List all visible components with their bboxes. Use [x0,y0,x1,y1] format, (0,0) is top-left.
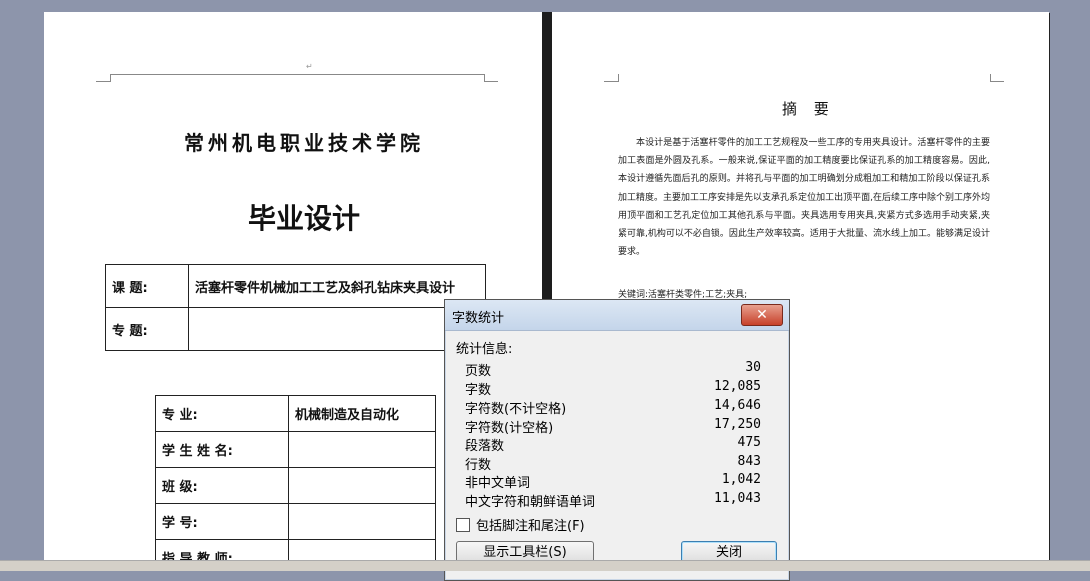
stat-row: 行数 843 [465,454,761,473]
stat-value: 17,250 [714,417,761,432]
table-row: 专 题: [105,307,486,351]
info-value [288,467,436,504]
footnotes-checkbox[interactable] [456,518,470,532]
table-row: 指 导 教 师: [155,539,436,560]
stat-row: 非中文单词 1,042 [465,472,761,491]
topic-value: 活塞杆零件机械加工工艺及斜孔钻床夹具设计 [188,264,486,308]
stat-label: 页数 [465,364,492,379]
stat-label: 段落数 [465,439,505,454]
info-label: 指 导 教 师: [155,539,289,560]
stat-row: 字符数(计空格) 17,250 [465,417,761,436]
table-row: 学 号: [155,503,436,540]
word-count-dialog: 字数统计 ✕ 统计信息: 页数 30 字数 12,085 字符数(不计空格) 1… [444,299,790,581]
stat-value: 12,085 [714,379,761,394]
stat-label: 行数 [465,458,492,473]
table-row: 课 题: 活塞杆零件机械加工工艺及斜孔钻床夹具设计 [105,264,486,308]
status-bar [0,560,1090,571]
dialog-titlebar[interactable]: 字数统计 ✕ [445,300,789,331]
info-value [288,431,436,468]
info-label: 学 生 姓 名: [155,431,289,468]
table-row: 班 级: [155,467,436,504]
stats-heading: 统计信息: [456,342,513,357]
stat-row: 字数 12,085 [465,379,761,398]
stat-row: 页数 30 [465,360,761,379]
stat-value: 11,043 [714,491,761,506]
info-table: 专 业: 机械制造及自动化 学 生 姓 名: 班 级: 学 号: 指 导 教 师… [155,395,436,560]
school-name: 常州机电职业技术学院 [184,131,424,155]
topic-label: 课 题: [105,264,189,308]
stat-row: 字符数(不计空格) 14,646 [465,398,761,417]
stat-label: 中文字符和朝鲜语单词 [465,495,596,510]
dialog-title: 字数统计 [452,311,505,326]
info-value [288,503,436,540]
stat-row: 段落数 475 [465,435,761,454]
stat-value: 1,042 [721,472,761,487]
stat-label: 字数 [465,383,492,398]
info-value [288,539,436,560]
table-row: 专 业: 机械制造及自动化 [155,395,436,432]
stat-value: 30 [745,360,761,375]
info-label: 学 号: [155,503,289,540]
stat-label: 字符数(计空格) [465,421,554,436]
stat-row: 中文字符和朝鲜语单词 11,043 [465,491,761,510]
close-icon[interactable]: ✕ [741,304,783,326]
thesis-title: 毕业设计 [247,202,360,235]
stat-label: 非中文单词 [465,476,531,491]
abstract-body: 本设计是基于活塞杆零件的加工工艺规程及一些工序的专用夹具设计。活塞杆零件的主要加… [618,138,990,258]
stat-label: 字符数(不计空格) [465,402,567,417]
table-row: 学 生 姓 名: [155,431,436,468]
info-value: 机械制造及自动化 [288,395,436,432]
stat-value: 475 [737,435,761,450]
info-label: 班 级: [155,467,289,504]
stat-value: 843 [737,454,761,469]
footnotes-checkbox-row[interactable]: 包括脚注和尾注(F) [456,515,585,534]
topic-table: 课 题: 活塞杆零件机械加工工艺及斜孔钻床夹具设计 专 题: [105,264,486,351]
subject-value [188,307,486,351]
abstract-title: 摘 要 [782,100,835,118]
subject-label: 专 题: [105,307,189,351]
stat-value: 14,646 [714,398,761,413]
info-label: 专 业: [155,395,289,432]
footnotes-checkbox-label: 包括脚注和尾注(F) [476,519,585,534]
